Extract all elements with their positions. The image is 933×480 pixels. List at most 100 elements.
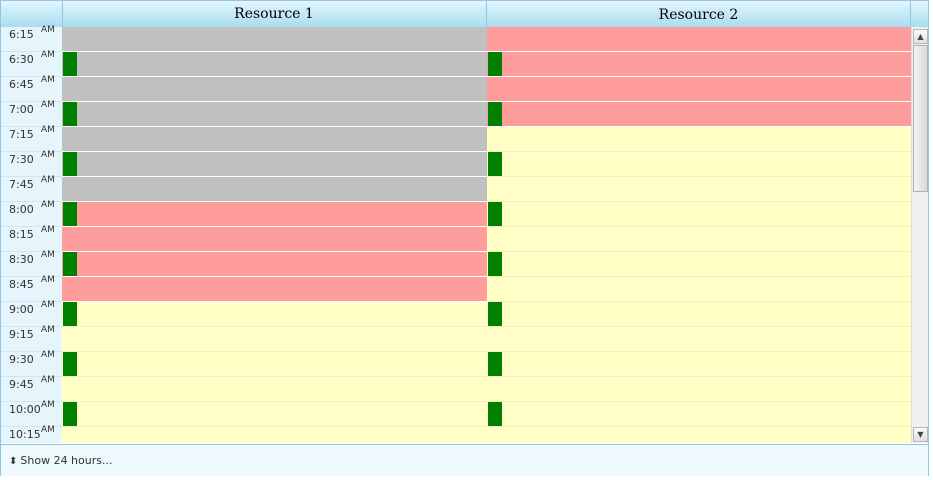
time-label: 7:15: [9, 128, 34, 141]
time-slot[interactable]: [62, 77, 487, 102]
am-pm-label: AM: [41, 50, 55, 60]
header-scroll-spacer: [911, 1, 928, 28]
time-label-row: 8:15 AM: [1, 225, 62, 252]
slot-marker[interactable]: [488, 352, 502, 376]
time-slot[interactable]: [487, 302, 911, 327]
time-slot[interactable]: [487, 102, 911, 127]
time-slot[interactable]: [487, 352, 911, 377]
time-slot[interactable]: [62, 127, 487, 152]
time-label: 6:30: [9, 53, 34, 66]
time-slot[interactable]: [487, 227, 911, 252]
time-label-row: 8:30 AM: [1, 250, 62, 277]
time-label-row: 9:45 AM: [1, 375, 62, 402]
time-slot[interactable]: [62, 327, 487, 352]
slot-marker[interactable]: [63, 402, 77, 426]
time-slot[interactable]: [487, 327, 911, 352]
time-slot[interactable]: [62, 427, 487, 443]
slot-marker[interactable]: [488, 152, 502, 176]
time-label-row: 6:30 AM: [1, 50, 62, 77]
time-slot[interactable]: [487, 177, 911, 202]
am-pm-label: AM: [41, 325, 55, 335]
time-column: 6:15 AM 6:30 AM 6:45 AM 7:00 AM 7:15 AM 7:30 AM 7:45…: [1, 25, 63, 452]
time-slot[interactable]: [62, 377, 487, 402]
am-pm-label: AM: [41, 300, 55, 310]
time-label-row: 8:00 AM: [1, 200, 62, 227]
time-slot[interactable]: [62, 102, 487, 127]
slot-marker[interactable]: [488, 102, 502, 126]
time-label-row: 8:45 AM: [1, 275, 62, 302]
am-pm-label: AM: [41, 100, 55, 110]
slot-marker[interactable]: [63, 52, 77, 76]
time-slot[interactable]: [62, 27, 487, 52]
time-label: 9:15: [9, 328, 34, 341]
time-label-row: 6:15 AM: [1, 25, 62, 52]
header-corner: [1, 1, 63, 27]
time-slot[interactable]: [62, 52, 487, 77]
vertical-scrollbar[interactable]: ▲ ▼: [911, 27, 928, 443]
time-label: 8:30: [9, 253, 34, 266]
slot-marker[interactable]: [63, 202, 77, 226]
time-label: 9:45: [9, 378, 34, 391]
time-label: 7:30: [9, 153, 34, 166]
time-label-row: 10:00 AM: [1, 400, 62, 427]
resource-1-header[interactable]: Resource 1: [62, 1, 487, 27]
time-label: 8:00: [9, 203, 34, 216]
time-slot[interactable]: [487, 127, 911, 152]
time-slot[interactable]: [62, 152, 487, 177]
time-slot[interactable]: [487, 152, 911, 177]
time-slot[interactable]: [487, 77, 911, 102]
slot-marker[interactable]: [488, 52, 502, 76]
time-slot[interactable]: [487, 27, 911, 52]
time-slot[interactable]: [487, 277, 911, 302]
time-label: 7:45: [9, 178, 34, 191]
time-slot[interactable]: [62, 177, 487, 202]
time-slot[interactable]: [487, 427, 911, 443]
scroll-thumb[interactable]: [913, 45, 928, 192]
time-slot[interactable]: [487, 377, 911, 402]
am-pm-label: AM: [41, 350, 55, 360]
time-slot[interactable]: [487, 52, 911, 77]
time-slot[interactable]: [62, 302, 487, 327]
time-label: 10:00: [9, 403, 41, 416]
slot-marker[interactable]: [488, 202, 502, 226]
am-pm-label: AM: [41, 200, 55, 210]
up-down-arrows-icon: ⬍: [9, 456, 18, 467]
am-pm-label: AM: [41, 25, 55, 35]
am-pm-label: AM: [41, 275, 55, 285]
time-label-row: 7:00 AM: [1, 100, 62, 127]
slot-marker[interactable]: [488, 402, 502, 426]
slot-marker[interactable]: [63, 152, 77, 176]
resource-header: Resource 1 Resource 2: [1, 1, 911, 28]
time-slot[interactable]: [487, 402, 911, 427]
time-label-row: 9:00 AM: [1, 300, 62, 327]
time-slot[interactable]: [487, 252, 911, 277]
time-slot[interactable]: [487, 202, 911, 227]
time-label: 6:45: [9, 78, 34, 91]
time-slot[interactable]: [62, 352, 487, 377]
am-pm-label: AM: [41, 425, 55, 435]
show-24-hours-link[interactable]: ⬍ Show 24 hours...: [9, 454, 112, 467]
slot-marker[interactable]: [63, 102, 77, 126]
slot-marker[interactable]: [63, 352, 77, 376]
time-slot[interactable]: [62, 277, 487, 302]
footer-bar: ⬍ Show 24 hours...: [1, 444, 928, 476]
time-slot[interactable]: [62, 402, 487, 427]
time-label-row: 7:15 AM: [1, 125, 62, 152]
time-slot[interactable]: [62, 252, 487, 277]
slot-marker[interactable]: [63, 252, 77, 276]
time-label-row: 9:15 AM: [1, 325, 62, 352]
scroll-down-button[interactable]: ▼: [913, 427, 928, 442]
time-label: 10:15: [9, 428, 41, 441]
am-pm-label: AM: [41, 375, 55, 385]
slot-marker[interactable]: [63, 302, 77, 326]
time-slot[interactable]: [62, 227, 487, 252]
slot-marker[interactable]: [488, 252, 502, 276]
time-label-row: 6:45 AM: [1, 75, 62, 102]
time-label-row: 9:30 AM: [1, 350, 62, 377]
scroll-up-button[interactable]: ▲: [913, 29, 928, 44]
resource-2-header[interactable]: Resource 2: [487, 1, 911, 27]
am-pm-label: AM: [41, 75, 55, 85]
slot-marker[interactable]: [488, 302, 502, 326]
am-pm-label: AM: [41, 250, 55, 260]
time-slot[interactable]: [62, 202, 487, 227]
